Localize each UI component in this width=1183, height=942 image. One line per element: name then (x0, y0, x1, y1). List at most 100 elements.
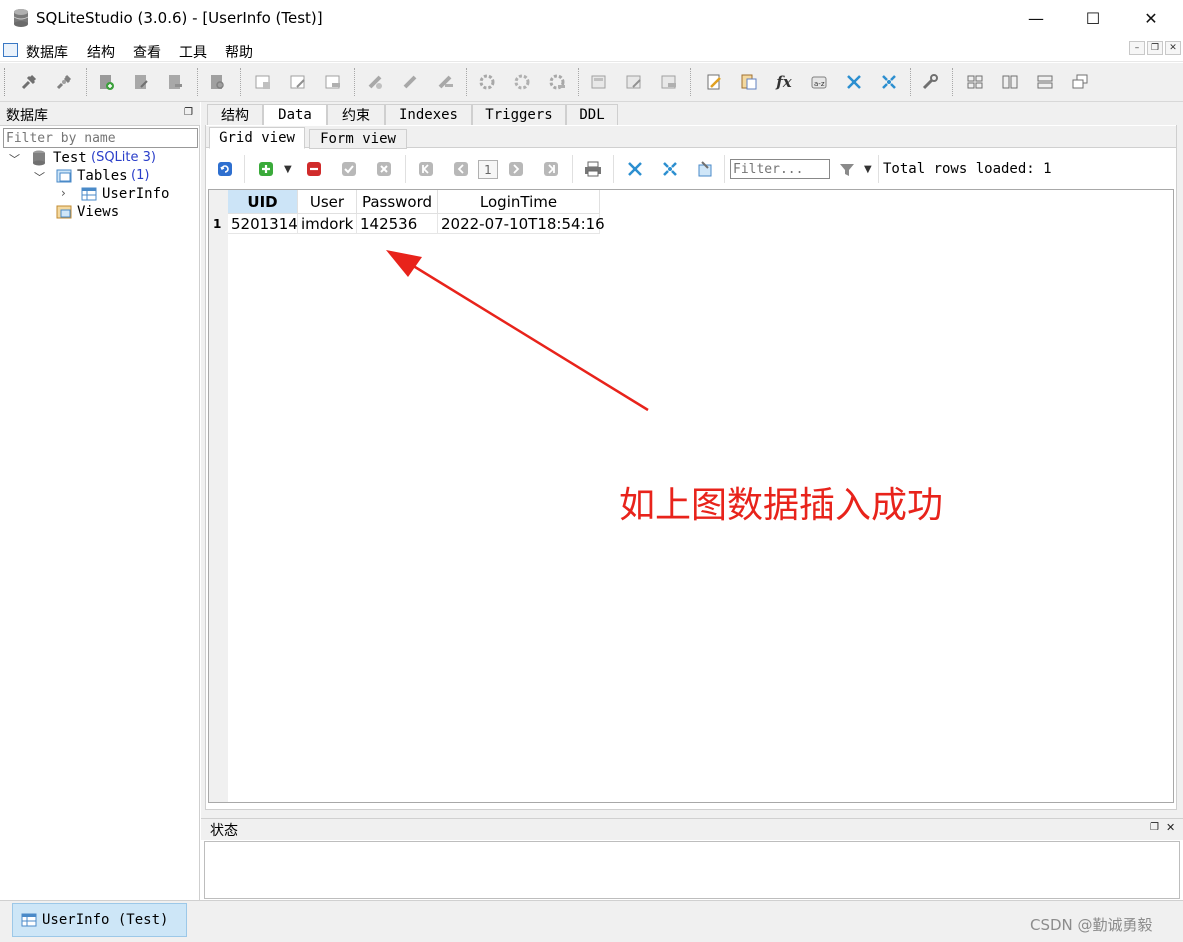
edit-table-icon[interactable] (288, 72, 308, 92)
menu-tools[interactable]: 工具 (179, 42, 207, 62)
toolbar-separator (578, 68, 579, 96)
insert-row-dropdown-icon[interactable]: ▼ (284, 164, 292, 175)
delete-row-icon[interactable] (304, 159, 324, 179)
filter-funnel-icon[interactable] (837, 160, 857, 180)
filter-dropdown-icon[interactable]: ▼ (864, 164, 872, 175)
tile-windows-icon[interactable] (965, 72, 985, 92)
expand-chevron-icon[interactable]: ﹀ (9, 151, 20, 167)
panel-float-icon[interactable]: ❐ (184, 107, 193, 118)
column-header-logintime[interactable]: LoginTime (438, 190, 600, 214)
subtab-grid-view[interactable]: Grid view (209, 127, 305, 149)
table-cell[interactable]: 5201314 (228, 214, 298, 234)
rollback-icon[interactable] (374, 159, 394, 179)
mdi-minimize-button[interactable]: – (1129, 41, 1145, 55)
first-page-icon[interactable] (416, 159, 436, 179)
refresh-data-icon[interactable] (215, 159, 235, 179)
populate-table-icon[interactable] (695, 159, 715, 179)
collapse-chevron-icon[interactable]: › (61, 186, 66, 200)
next-page-icon[interactable] (506, 159, 526, 179)
mdi-restore-button[interactable]: ❐ (1147, 41, 1163, 55)
extensions-icon[interactable] (844, 72, 864, 92)
svg-text:a-z: a-z (814, 80, 825, 88)
tab-data[interactable]: Data (263, 104, 327, 126)
edit-trigger-icon[interactable] (512, 72, 532, 92)
print-icon[interactable] (583, 159, 603, 179)
delete-trigger-icon[interactable] (547, 72, 567, 92)
menu-structure[interactable]: 结构 (87, 42, 115, 62)
table-cell[interactable]: 2022-07-10T18:54:16 (438, 214, 605, 234)
tab-triggers[interactable]: Triggers (472, 104, 566, 126)
panel-float-icon[interactable]: ❐ (1150, 822, 1159, 833)
ddl-history-icon[interactable] (739, 72, 759, 92)
column-header-uid[interactable]: UID (228, 190, 298, 214)
toolbar-separator (878, 155, 879, 183)
create-view-icon[interactable] (589, 72, 609, 92)
panel-close-icon[interactable]: ✕ (1166, 821, 1175, 834)
page-number-field[interactable]: 1 (478, 160, 498, 179)
table-cell[interactable]: imdork (298, 214, 357, 234)
minimize-button[interactable]: — (1013, 0, 1059, 36)
tab-ddl[interactable]: DDL (566, 104, 618, 126)
tab-structure[interactable]: 结构 (207, 104, 263, 126)
toolbar-separator (405, 155, 406, 183)
insert-row-icon[interactable] (256, 159, 276, 179)
mdi-close-button[interactable]: ✕ (1165, 41, 1181, 55)
taskbar-item-userinfo[interactable]: UserInfo (Test) (12, 903, 187, 937)
column-header-user[interactable]: User (298, 190, 357, 214)
tree-table-userinfo[interactable]: UserInfo (102, 186, 169, 202)
toolbar-separator (240, 68, 241, 96)
column-header-password[interactable]: Password (357, 190, 438, 214)
functions-icon[interactable]: fx (774, 72, 794, 92)
close-button[interactable]: ✕ (1128, 0, 1174, 36)
subtab-form-view[interactable]: Form view (309, 129, 407, 149)
edit-database-icon[interactable] (131, 72, 151, 92)
menu-view[interactable]: 查看 (133, 42, 161, 62)
delete-view-icon[interactable] (659, 72, 679, 92)
connect-icon[interactable] (19, 72, 39, 92)
table-cell[interactable]: 142536 (357, 214, 438, 234)
row-number[interactable]: 1 (213, 217, 221, 231)
refresh-database-icon[interactable] (207, 72, 227, 92)
tree-db-name[interactable]: Test (53, 150, 87, 166)
menu-database[interactable]: 数据库 (26, 42, 68, 62)
import-icon[interactable] (879, 72, 899, 92)
create-table-icon[interactable] (253, 72, 273, 92)
create-index-icon[interactable] (365, 72, 385, 92)
tree-tables-label[interactable]: Tables (77, 168, 128, 184)
add-database-icon[interactable] (96, 72, 116, 92)
edit-index-icon[interactable] (400, 72, 420, 92)
disconnect-icon[interactable] (54, 72, 74, 92)
cascade-windows-icon[interactable] (1070, 72, 1090, 92)
tables-folder-icon (56, 169, 72, 187)
collations-icon[interactable]: a-z (809, 72, 829, 92)
delete-table-icon[interactable] (323, 72, 343, 92)
prev-page-icon[interactable] (451, 159, 471, 179)
mdi-window-icon (3, 43, 18, 57)
menu-help[interactable]: 帮助 (225, 42, 253, 62)
delete-database-icon[interactable] (165, 72, 185, 92)
sql-editor-icon[interactable] (704, 72, 724, 92)
edit-view-icon[interactable] (624, 72, 644, 92)
toolbar-separator (244, 155, 245, 183)
filter-by-name-input[interactable] (3, 128, 198, 148)
window-title: SQLiteStudio (3.0.6) - [UserInfo (Test)] (36, 9, 323, 27)
tile-vertical-icon[interactable] (1035, 72, 1055, 92)
menu-bar (0, 38, 1183, 62)
toolbar-separator (952, 68, 953, 96)
database-panel-title: 数据库 (6, 108, 48, 124)
maximize-button[interactable]: ☐ (1070, 0, 1116, 36)
commit-icon[interactable] (339, 159, 359, 179)
delete-index-icon[interactable] (435, 72, 455, 92)
config-wrench-icon[interactable] (920, 72, 940, 92)
tile-horizontal-icon[interactable] (1000, 72, 1020, 92)
tab-indexes[interactable]: Indexes (385, 104, 472, 126)
import-data-icon[interactable] (625, 159, 645, 179)
table-icon (81, 187, 97, 205)
create-trigger-icon[interactable] (477, 72, 497, 92)
grid-filter-input[interactable] (730, 159, 830, 179)
tab-constraints[interactable]: 约束 (327, 104, 385, 126)
last-page-icon[interactable] (541, 159, 561, 179)
tree-views-label[interactable]: Views (77, 204, 119, 220)
export-data-icon[interactable] (660, 159, 680, 179)
expand-chevron-icon[interactable]: ﹀ (34, 169, 45, 185)
